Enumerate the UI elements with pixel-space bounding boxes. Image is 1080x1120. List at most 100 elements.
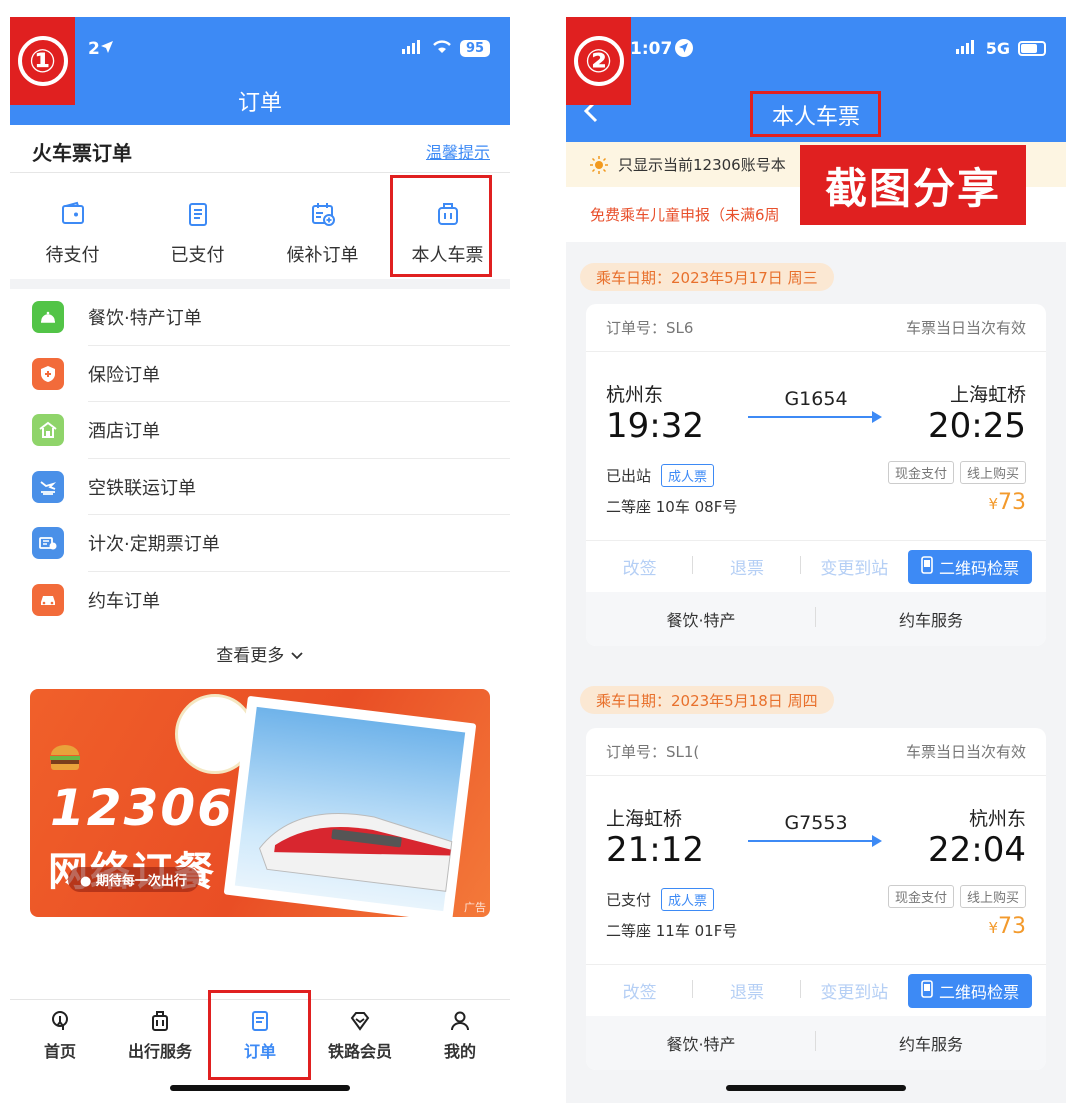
receipt-icon <box>183 199 213 229</box>
status-time: 1:07 <box>630 39 673 59</box>
ticket-services: 餐饮·特产 约车服务 <box>586 592 1046 646</box>
tab-travel-service[interactable]: 出行服务 <box>110 1000 210 1069</box>
status-time: 2 <box>88 39 100 59</box>
seat-info: 二等座 10车 08F号 <box>606 498 738 516</box>
arrival-time: 22:04 <box>928 830 1026 870</box>
food-service-link[interactable]: 餐饮·特产 <box>586 607 816 631</box>
ticket-actions: 改签 退票 变更到站 二维码检票 <box>586 540 1046 592</box>
banner-tagline: ● 期待每一次出行 <box>68 867 199 892</box>
travel-date: 乘车日期：2023年5月18日 周四 <box>580 686 834 714</box>
ticket-status: 已出站 成人票 <box>606 464 715 487</box>
status-icons: 5G <box>955 39 1046 58</box>
seat-info: 二等座 11车 01F号 <box>606 922 738 940</box>
travel-date: 乘车日期：2023年5月17日 周三 <box>580 263 834 291</box>
qr-checkin-button[interactable]: 二维码检票 <box>907 549 1032 584</box>
home-indicator <box>170 1085 350 1091</box>
quick-action-pending-payment[interactable]: 待支付 <box>10 193 135 293</box>
payment-tags: 现金支付 线上购买 <box>887 885 1026 908</box>
shield-icon <box>32 357 64 390</box>
order-item-car[interactable]: 约车订单 <box>10 572 510 629</box>
sun-icon <box>590 155 608 174</box>
promo-banner[interactable]: 12306 网络订餐 ● 期待每一次出行 广告 <box>30 689 490 917</box>
wifi-icon <box>432 39 452 58</box>
battery-level: 95 <box>460 40 490 57</box>
calendar-add-icon <box>308 199 338 229</box>
change-destination-button[interactable]: 变更到站 <box>801 554 908 579</box>
ticket-card-header: 订单号：SL1( 车票当日当次有效 <box>586 728 1046 776</box>
section-title: 火车票订单 <box>32 141 132 165</box>
route-arrow-icon <box>748 835 882 847</box>
departure-time: 21:12 <box>606 830 704 870</box>
payment-tags: 现金支付 线上购买 <box>887 461 1026 484</box>
phone-my-tickets-screen: 1:07 5G 本人车票 ② 只显示当前12306账号本 免费乘车儿童申报（未满… <box>566 17 1066 1103</box>
order-item-pass-ticket[interactable]: 计次·定期票订单 <box>10 515 510 572</box>
change-ticket-button[interactable]: 改签 <box>586 554 694 579</box>
payment-method-tag: 现金支付 <box>887 461 954 484</box>
burger-icon <box>48 743 82 771</box>
ticket-validity: 车票当日当次有效 <box>905 743 1026 761</box>
car-icon <box>32 583 64 616</box>
air-rail-icon <box>32 470 64 503</box>
banner-title: 12306 <box>50 779 234 837</box>
ticket-card: 订单号：SL1( 车票当日当次有效 上海虹桥 杭州东 G7553 21:12 2… <box>586 728 1046 1070</box>
home-indicator <box>726 1085 906 1091</box>
ticket-services: 餐饮·特产 约车服务 <box>586 1016 1046 1070</box>
chevron-down-icon <box>290 646 304 666</box>
location-arrow-icon <box>100 39 114 59</box>
payment-method-tag: 现金支付 <box>887 885 954 908</box>
home-icon <box>47 1008 73 1034</box>
luggage-icon <box>147 1008 173 1034</box>
car-service-link[interactable]: 约车服务 <box>816 607 1046 631</box>
highlight-box-my-tickets <box>390 175 492 277</box>
step-marker: ① <box>10 17 75 105</box>
hotel-icon <box>32 414 64 447</box>
order-item-air-rail[interactable]: 空铁联运订单 <box>10 459 510 516</box>
tab-mine[interactable]: 我的 <box>410 1000 510 1069</box>
tips-link[interactable]: 温馨提示 <box>426 139 490 163</box>
phone-icon <box>921 555 933 578</box>
section-gap <box>10 279 510 289</box>
order-item-hotel[interactable]: 酒店订单 <box>10 402 510 459</box>
ticket-actions: 改签 退票 变更到站 二维码检票 <box>586 964 1046 1016</box>
ticket-card-header: 订单号：SL6 车票当日当次有效 <box>586 304 1046 352</box>
purchase-channel-tag: 线上购买 <box>959 885 1026 908</box>
refund-button[interactable]: 退票 <box>693 554 801 579</box>
refund-button[interactable]: 退票 <box>693 978 801 1003</box>
battery-icon <box>1018 41 1046 56</box>
wallet-icon <box>58 199 88 229</box>
change-destination-button[interactable]: 变更到站 <box>801 978 908 1003</box>
divider <box>10 172 510 173</box>
food-service-link[interactable]: 餐饮·特产 <box>586 1031 816 1055</box>
quick-action-paid[interactable]: 已支付 <box>135 193 260 293</box>
location-arrow-icon <box>674 38 694 63</box>
highlight-box-orders-tab <box>208 990 311 1080</box>
food-icon <box>32 301 64 334</box>
highlight-box-title <box>750 91 881 137</box>
order-item-insurance[interactable]: 保险订单 <box>10 346 510 403</box>
ticket-card: 订单号：SL6 车票当日当次有效 杭州东 上海虹桥 G1654 19:32 20… <box>586 304 1046 646</box>
header-bar: 2 95 订单 <box>10 17 510 125</box>
purchase-channel-tag: 线上购买 <box>959 461 1026 484</box>
person-icon <box>447 1008 473 1034</box>
phone-icon <box>921 979 933 1002</box>
step-marker: ② <box>566 17 631 105</box>
order-item-food[interactable]: 餐饮·特产订单 <box>10 289 510 346</box>
ticket-validity: 车票当日当次有效 <box>905 319 1026 337</box>
qr-checkin-button[interactable]: 二维码检票 <box>907 973 1032 1008</box>
ticket-price: ¥73 <box>988 490 1026 515</box>
phone-orders-screen: 2 95 订单 ① 火车票订单 温馨提示 待支付 已支付 候补订单 本人车票 餐… <box>10 17 510 1103</box>
page-title: 订单 <box>237 91 282 116</box>
signal-icon <box>955 39 978 58</box>
screenshot-share-overlay: 截图分享 <box>800 145 1026 225</box>
change-ticket-button[interactable]: 改签 <box>586 978 694 1003</box>
tab-home[interactable]: 首页 <box>10 1000 110 1069</box>
view-more-button[interactable]: 查看更多 <box>10 641 510 666</box>
tab-railway-member[interactable]: 铁路会员 <box>310 1000 410 1069</box>
train-photo-image <box>223 695 477 917</box>
ticket-price: ¥73 <box>988 914 1026 939</box>
order-number: 订单号：SL6 <box>606 319 694 337</box>
quick-action-waitlist[interactable]: 候补订单 <box>260 193 385 293</box>
car-service-link[interactable]: 约车服务 <box>816 1031 1046 1055</box>
arrival-time: 20:25 <box>928 406 1026 446</box>
signal-icon <box>402 39 424 58</box>
